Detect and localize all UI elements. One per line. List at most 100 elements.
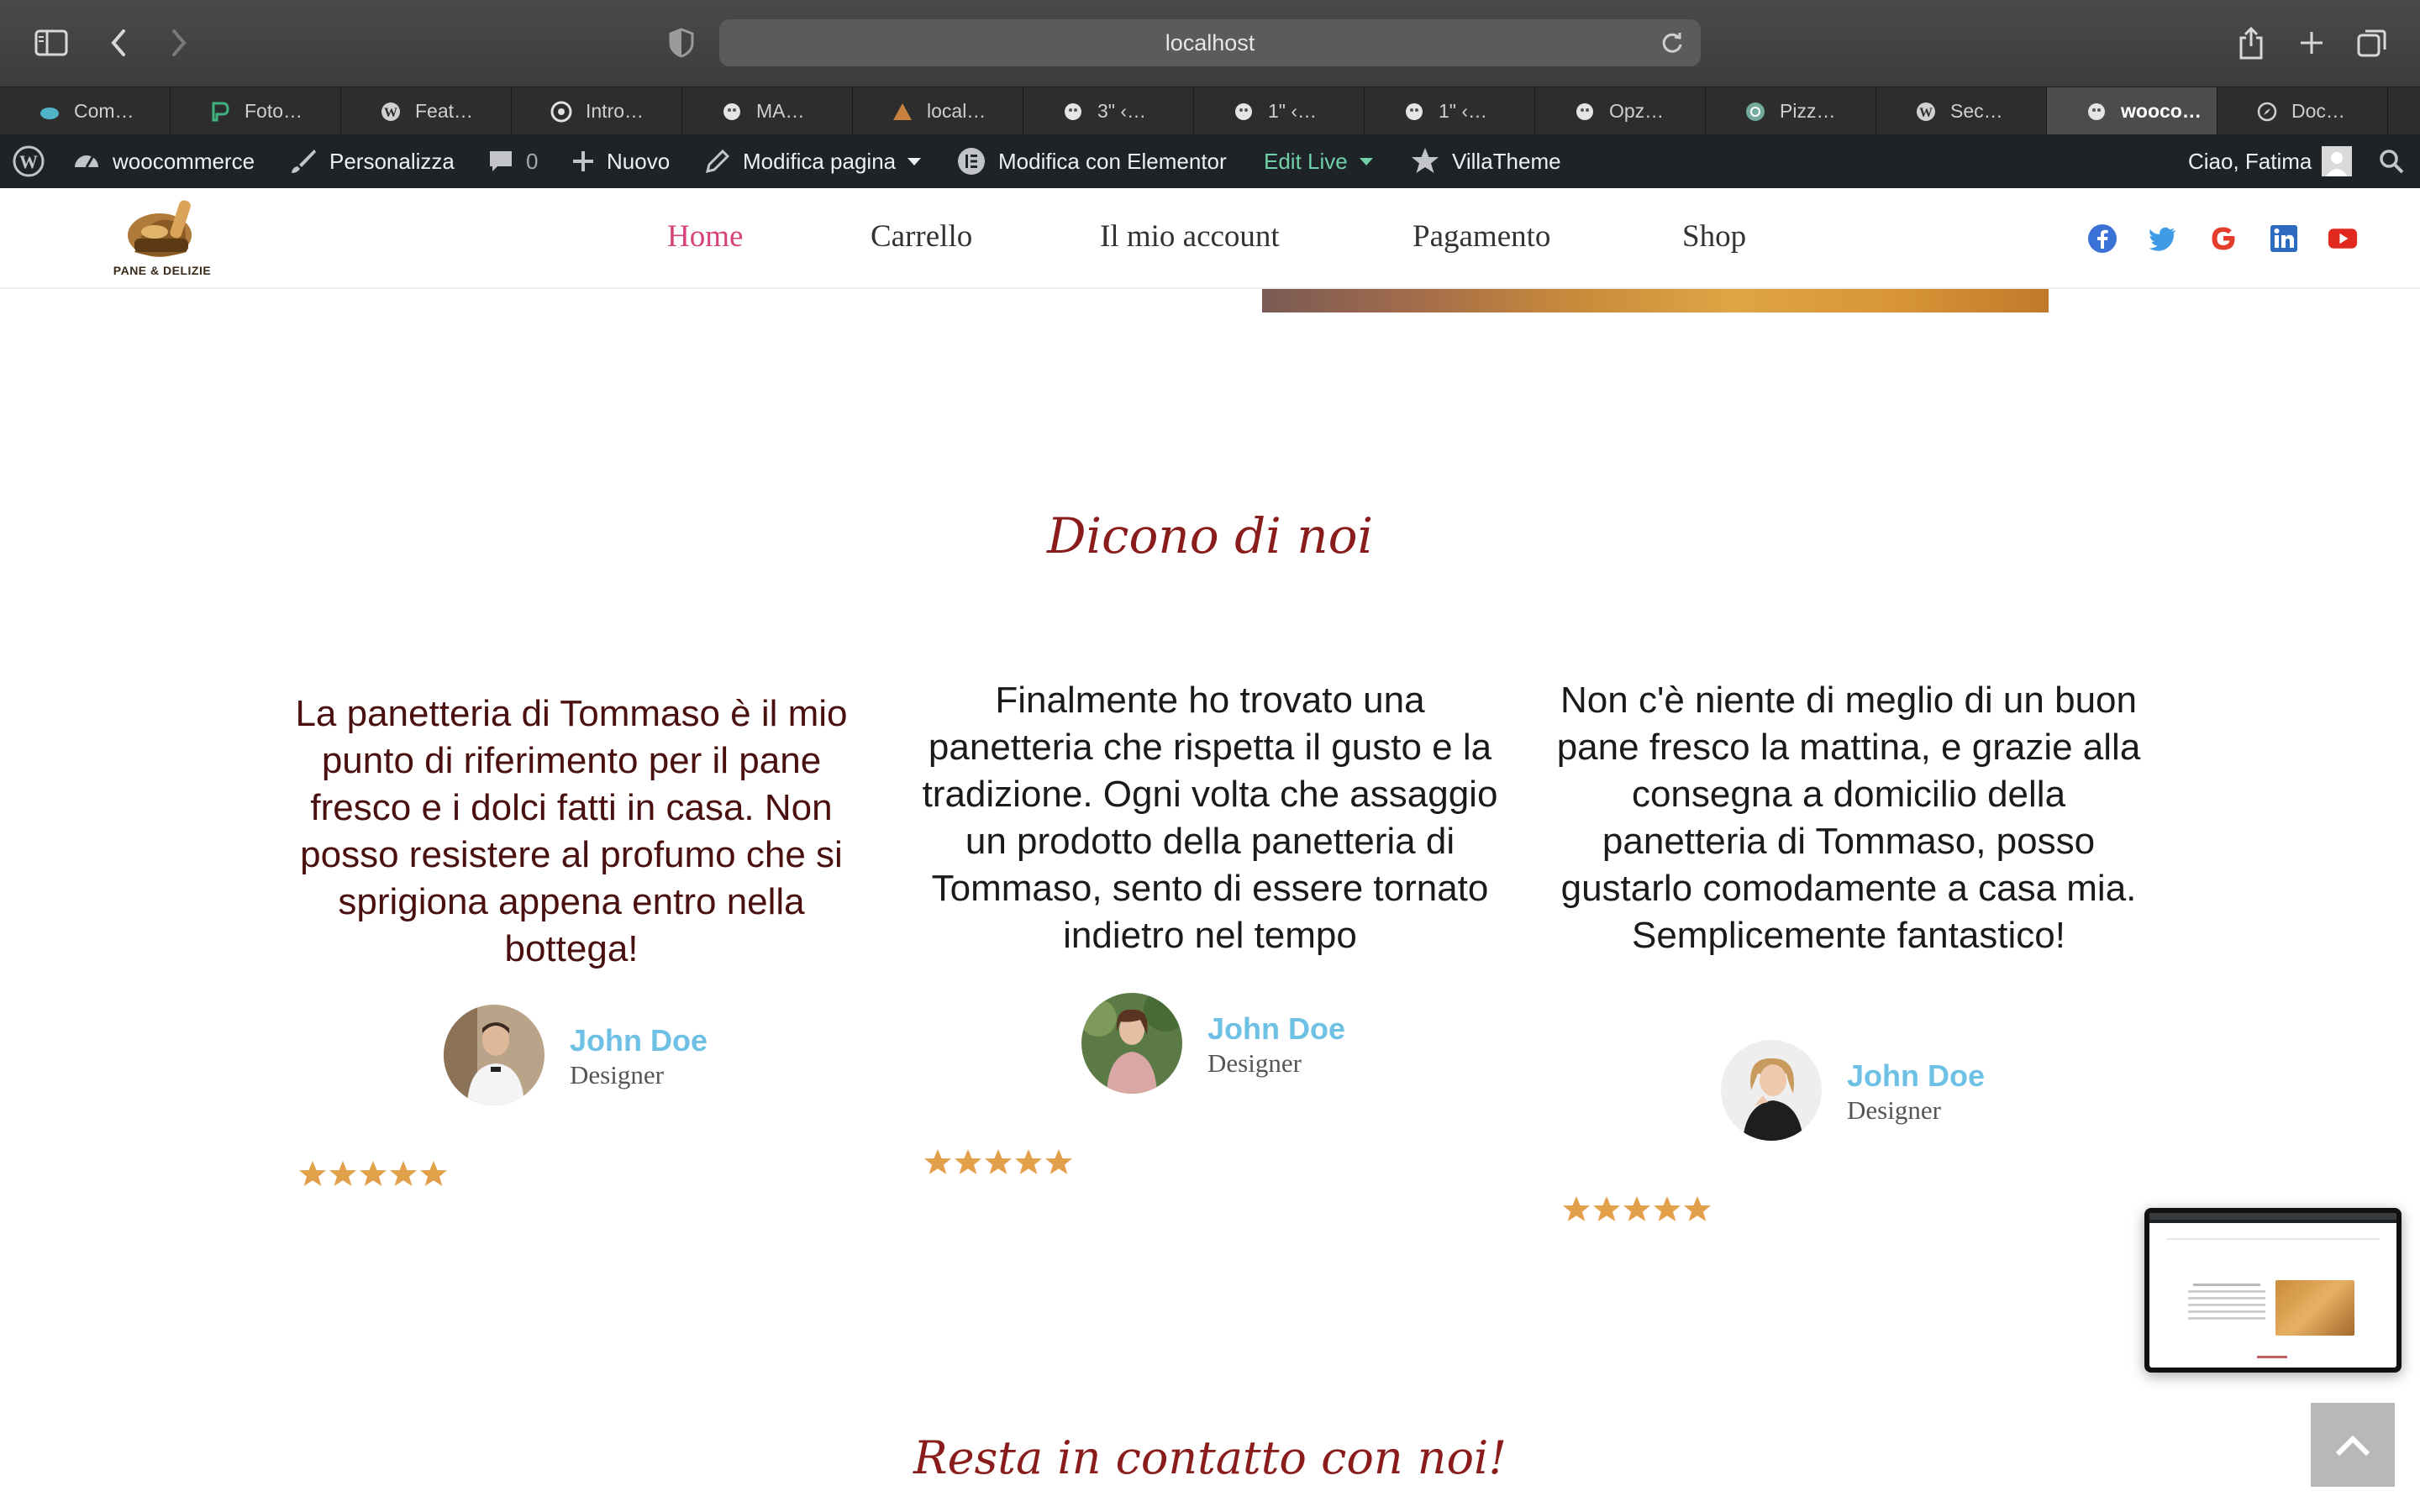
sidebar-toggle-icon[interactable] — [30, 22, 72, 64]
site-icon — [723, 103, 740, 120]
search-icon[interactable] — [2378, 134, 2417, 188]
site-icon — [1235, 103, 1252, 120]
address-bar[interactable]: localhost — [719, 19, 1701, 66]
twitter-icon[interactable] — [2148, 223, 2178, 254]
nav-my-account[interactable]: Il mio account — [1100, 218, 1280, 255]
rating-stars — [923, 1147, 1074, 1178]
author-name: John Doe — [1207, 1011, 1346, 1046]
customize-link[interactable]: Personalizza — [289, 134, 455, 188]
star-icon — [1593, 1196, 1620, 1221]
testimonial-quote: La panetteria di Tommaso è il mio punto … — [295, 693, 848, 969]
star-icon — [985, 1149, 1012, 1174]
site-icon — [2088, 103, 2105, 120]
avatar — [1721, 1040, 1822, 1141]
hero-image-bottom-edge — [1262, 289, 2049, 312]
wp-admin-bar: W woocommerce Personalizza 0 Nuovo Modif… — [0, 134, 2420, 188]
browser-tab[interactable]: local… — [853, 87, 1023, 135]
tab-overview-icon[interactable] — [2351, 22, 2393, 64]
site-header: PANE & DELIZIE Home Carrello Il mio acco… — [0, 188, 2420, 289]
browser-tab[interactable]: W Sec… — [1876, 87, 2047, 135]
comment-icon — [490, 151, 512, 171]
scroll-to-top-button[interactable] — [2311, 1403, 2395, 1487]
share-icon[interactable] — [2230, 22, 2272, 64]
back-icon[interactable] — [97, 22, 139, 64]
document-app-icon — [212, 102, 229, 122]
star-icon — [1623, 1196, 1650, 1221]
linkedin-icon[interactable] — [2269, 223, 2299, 254]
browser-tab[interactable]: Foto… — [171, 87, 341, 135]
browser-tab[interactable]: Intro… — [512, 87, 682, 135]
youtube-icon[interactable] — [2328, 223, 2358, 254]
new-tab-icon[interactable] — [2291, 22, 2333, 64]
browser-tab[interactable]: Doc… — [2217, 87, 2388, 135]
caret-down-icon — [908, 158, 922, 165]
screenshot-thumbnail[interactable] — [2144, 1208, 2402, 1373]
account-menu[interactable]: Ciao, Fatima — [2188, 134, 2353, 188]
star-icon — [1563, 1196, 1590, 1221]
testimonial-author: John Doe Designer — [1721, 1040, 2023, 1141]
star-icon — [1654, 1196, 1681, 1221]
nav-shop[interactable]: Shop — [1682, 218, 1746, 255]
testimonials-title: Dicono di noi — [1046, 507, 1374, 564]
star-icon — [924, 1149, 951, 1174]
browser-tab[interactable]: 3" ‹… — [1023, 87, 1194, 135]
browser-toolbar: localhost — [0, 0, 2420, 87]
star-icon — [329, 1161, 356, 1186]
url-text: localhost — [1165, 29, 1255, 55]
site-icon — [1576, 103, 1593, 120]
browser-tab[interactable]: Pizz… — [1706, 87, 1876, 135]
wordpress-logo-icon[interactable]: W — [12, 134, 57, 188]
testimonial-quote: Finalmente ho trovato una panetteria che… — [922, 680, 1498, 956]
site-icon — [1065, 103, 1081, 120]
nav-home[interactable]: Home — [667, 218, 743, 255]
browser-tab[interactable]: MA… — [682, 87, 853, 135]
logo-text: PANE & DELIZIE — [113, 264, 212, 277]
browser-tab[interactable]: Com… — [0, 87, 171, 135]
site-name-link[interactable]: woocommerce — [72, 134, 255, 188]
svg-text:W: W — [19, 151, 38, 172]
tab-strip: Com… Foto… W Feat… Intro… MA… local… 3" ‹… — [0, 87, 2420, 135]
openai-icon — [550, 101, 572, 123]
comments-link[interactable]: 0 — [487, 134, 538, 188]
dashboard-icon — [75, 155, 98, 168]
compass-icon — [2257, 102, 2277, 122]
browser-tab-active[interactable]: wooco… — [2047, 87, 2217, 135]
reload-icon[interactable] — [1659, 29, 1686, 56]
openai-icon — [1746, 102, 1765, 121]
villatheme-link[interactable]: VillaTheme — [1410, 134, 1561, 188]
facebook-icon[interactable] — [2087, 223, 2118, 254]
site-icon — [1406, 103, 1423, 120]
elementor-icon — [958, 148, 985, 175]
new-content-link[interactable]: Nuovo — [571, 134, 670, 188]
star-icon — [1412, 148, 1439, 173]
browser-tab[interactable]: Opz… — [1535, 87, 1706, 135]
site-logo[interactable]: PANE & DELIZIE — [109, 193, 215, 282]
avatar — [1081, 993, 1182, 1094]
edit-page-link[interactable]: Modifica pagina — [704, 134, 923, 188]
browser-tab[interactable]: 1" ‹… — [1365, 87, 1535, 135]
author-role: Designer — [570, 1060, 664, 1089]
testimonial-quote: Non c'è niente di meglio di un buon pane… — [1556, 680, 2141, 956]
rating-stars — [297, 1159, 449, 1189]
pencil-icon — [705, 149, 730, 174]
star-icon — [299, 1161, 326, 1186]
testimonial-author: John Doe Designer — [1081, 993, 1384, 1094]
testimonial-author: John Doe Designer — [444, 1005, 746, 1105]
browser-tab[interactable]: W Feat… — [341, 87, 512, 135]
wordpress-icon: W — [1917, 102, 1935, 121]
nav-checkout[interactable]: Pagamento — [1413, 218, 1550, 255]
nav-cart[interactable]: Carrello — [871, 218, 972, 255]
star-icon — [1684, 1196, 1711, 1221]
svg-text:W: W — [1919, 106, 1933, 120]
elementor-link[interactable]: Modifica con Elementor — [956, 134, 1227, 188]
google-icon[interactable] — [2208, 223, 2238, 254]
forward-icon[interactable] — [158, 22, 200, 64]
author-name: John Doe — [1847, 1058, 1986, 1093]
browser-tab[interactable]: 1" ‹… — [1194, 87, 1365, 135]
brush-icon — [292, 150, 316, 173]
edit-live-menu[interactable]: Edit Live — [1264, 134, 1375, 188]
star-icon — [955, 1149, 981, 1174]
privacy-shield-icon[interactable] — [660, 22, 702, 64]
chevron-up-icon — [2335, 1435, 2370, 1457]
avatar — [444, 1005, 544, 1105]
